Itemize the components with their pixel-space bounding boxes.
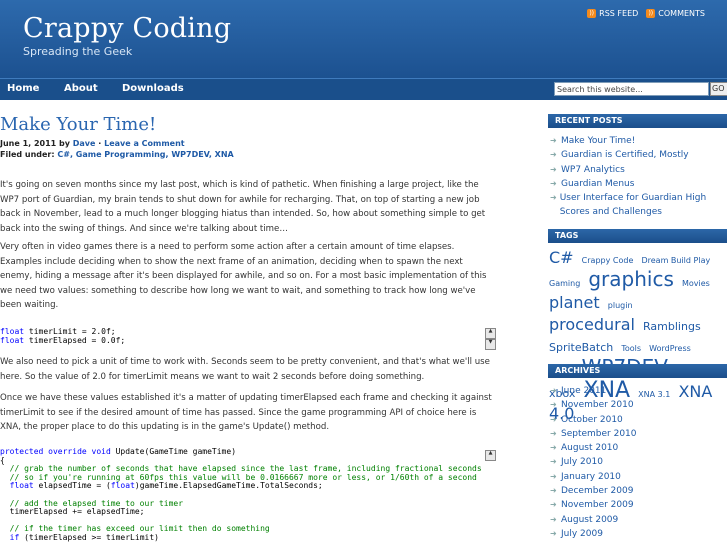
archive-link[interactable]: November 2009 [561, 498, 634, 512]
archive-link[interactable]: July 2010 [561, 455, 603, 469]
list-item[interactable]: ➜ January 2010 [550, 470, 637, 484]
site-title[interactable]: Crappy Coding [23, 13, 231, 44]
archive-link[interactable]: August 2009 [561, 513, 618, 527]
list-item[interactable]: ➜ December 2009 [550, 484, 637, 498]
tag-link[interactable]: Gaming [549, 279, 580, 288]
arrow-icon: ➜ [550, 443, 557, 453]
list-item[interactable]: ➜ July 2010 [550, 455, 637, 469]
list-item[interactable]: ➜ August 2009 [550, 513, 637, 527]
arrow-icon: ➜ [550, 471, 557, 481]
list-item[interactable]: ➜ July 2009 [550, 527, 637, 541]
filed-under-label: Filed under: [0, 150, 55, 159]
tag-link[interactable]: graphics [588, 267, 674, 291]
code-scroll-up-button[interactable]: ▲ [485, 450, 496, 461]
list-item[interactable]: ➜ User Interface for Guardian High Scores… [550, 191, 725, 220]
site-header: Crappy Coding Spreading the Geek )) RSS … [0, 0, 727, 78]
tag-link[interactable]: WordPress [649, 344, 691, 353]
archive-link[interactable]: June 2011 [561, 384, 606, 398]
comments-feed-link[interactable]: )) COMMENTS [646, 9, 705, 18]
nav-about[interactable]: About [64, 83, 98, 94]
tag-link[interactable]: Tools [621, 344, 641, 353]
tag-link[interactable]: Ramblings [643, 320, 701, 333]
meta-separator: · [98, 139, 102, 148]
list-item[interactable]: ➜ September 2010 [550, 427, 637, 441]
archive-link[interactable]: September 2010 [561, 427, 637, 441]
list-item[interactable]: ➜ WP7 Analytics [550, 163, 725, 177]
list-item[interactable]: ➜ Make Your Time! [550, 134, 725, 148]
comments-feed-label: COMMENTS [658, 9, 705, 18]
site-tagline: Spreading the Geek [23, 45, 133, 58]
search-input[interactable] [554, 82, 709, 96]
post-date: June 1, 2011 by [0, 139, 70, 148]
tag-link[interactable]: C# [549, 248, 574, 267]
archive-link[interactable]: July 2009 [561, 527, 603, 541]
feed-links: )) RSS FEED )) COMMENTS [587, 9, 705, 18]
nav-downloads[interactable]: Downloads [122, 83, 184, 94]
arrow-icon: ➜ [550, 164, 557, 174]
arrow-icon: ➜ [550, 486, 557, 496]
tag-link[interactable]: procedural [549, 315, 635, 334]
arrow-icon: ➜ [550, 400, 557, 410]
tag-link[interactable]: Crappy Code [582, 256, 634, 265]
list-item[interactable]: ➜ Guardian Menus [550, 177, 725, 191]
arrow-icon: ➜ [550, 528, 557, 538]
code-scroll-up-button[interactable]: ▲ [485, 328, 496, 339]
rss-icon: )) [646, 9, 656, 18]
archive-link[interactable]: November 2010 [561, 398, 634, 412]
nav-home[interactable]: Home [7, 83, 39, 94]
arrow-icon: ➜ [550, 514, 557, 524]
rss-feed-link[interactable]: )) RSS FEED [587, 9, 638, 18]
list-item[interactable]: ➜ November 2009 [550, 498, 637, 512]
code-block: float timerLimit = 2.0f; float timerElap… [0, 328, 126, 345]
recent-posts-list: ➜ Make Your Time! ➜ Guardian is Certified,… [550, 134, 725, 220]
post-paragraph: Very often in video games there is a nee… [0, 242, 487, 311]
tag-link[interactable]: Dream Build Play [641, 256, 710, 265]
rss-icon: )) [587, 9, 597, 18]
code-scroll-down-button[interactable]: ▼ [485, 339, 496, 350]
arrow-icon: ➜ [550, 414, 557, 424]
rss-feed-label: RSS FEED [599, 9, 639, 18]
tag-link[interactable]: planet [549, 293, 600, 312]
tags-heading: TAGS [548, 229, 727, 243]
list-item[interactable]: ➜ Guardian is Certified, Mostly [550, 148, 725, 162]
post-meta: June 1, 2011 by Dave · Leave a Comment F… [0, 138, 234, 160]
leave-comment-link[interactable]: Leave a Comment [104, 139, 185, 148]
arrow-icon: ➜ [550, 136, 557, 145]
list-item[interactable]: ➜ October 2010 [550, 413, 637, 427]
tag-link[interactable]: SpriteBatch [549, 341, 613, 354]
arrow-icon: ➜ [550, 428, 557, 438]
tag-link[interactable]: plugin [608, 301, 633, 310]
arrow-icon: ➜ [550, 193, 557, 203]
category-links[interactable]: C#, Game Programming, WP7DEV, XNA [57, 150, 233, 159]
author-link[interactable]: Dave [73, 139, 96, 148]
arrow-icon: ➜ [550, 500, 557, 510]
tag-link[interactable]: Movies [682, 279, 710, 288]
code-block: protected override void Update(GameTime … [0, 448, 482, 542]
tag-link[interactable]: XNA 3.1 [638, 390, 670, 399]
post-paragraph: It's going on seven months since my last… [0, 180, 486, 234]
post-paragraph: We also need to pick a unit of time to w… [0, 357, 490, 382]
archive-link[interactable]: August 2010 [561, 441, 618, 455]
arrow-icon: ➜ [550, 178, 557, 188]
archive-link[interactable]: December 2009 [561, 484, 633, 498]
recent-posts-heading: RECENT POSTS [548, 114, 727, 128]
list-item[interactable]: ➜ November 2010 [550, 398, 637, 412]
archive-link[interactable]: October 2010 [561, 413, 623, 427]
list-item[interactable]: ➜ August 2010 [550, 441, 637, 455]
archives-heading: ARCHIVES [548, 364, 727, 378]
archives-list: ➜ June 2011 ➜ November 2010 ➜ October 2010 ➜ Se… [550, 384, 637, 541]
post-paragraph: Once we have these values established it… [0, 393, 492, 433]
arrow-icon: ➜ [550, 457, 557, 467]
arrow-icon: ➜ [550, 386, 557, 395]
search-go-button[interactable]: GO [710, 82, 727, 96]
list-item[interactable]: ➜ June 2011 [550, 384, 637, 398]
arrow-icon: ➜ [550, 150, 557, 160]
post-title[interactable]: Make Your Time! [0, 114, 156, 135]
archive-link[interactable]: January 2010 [561, 470, 621, 484]
